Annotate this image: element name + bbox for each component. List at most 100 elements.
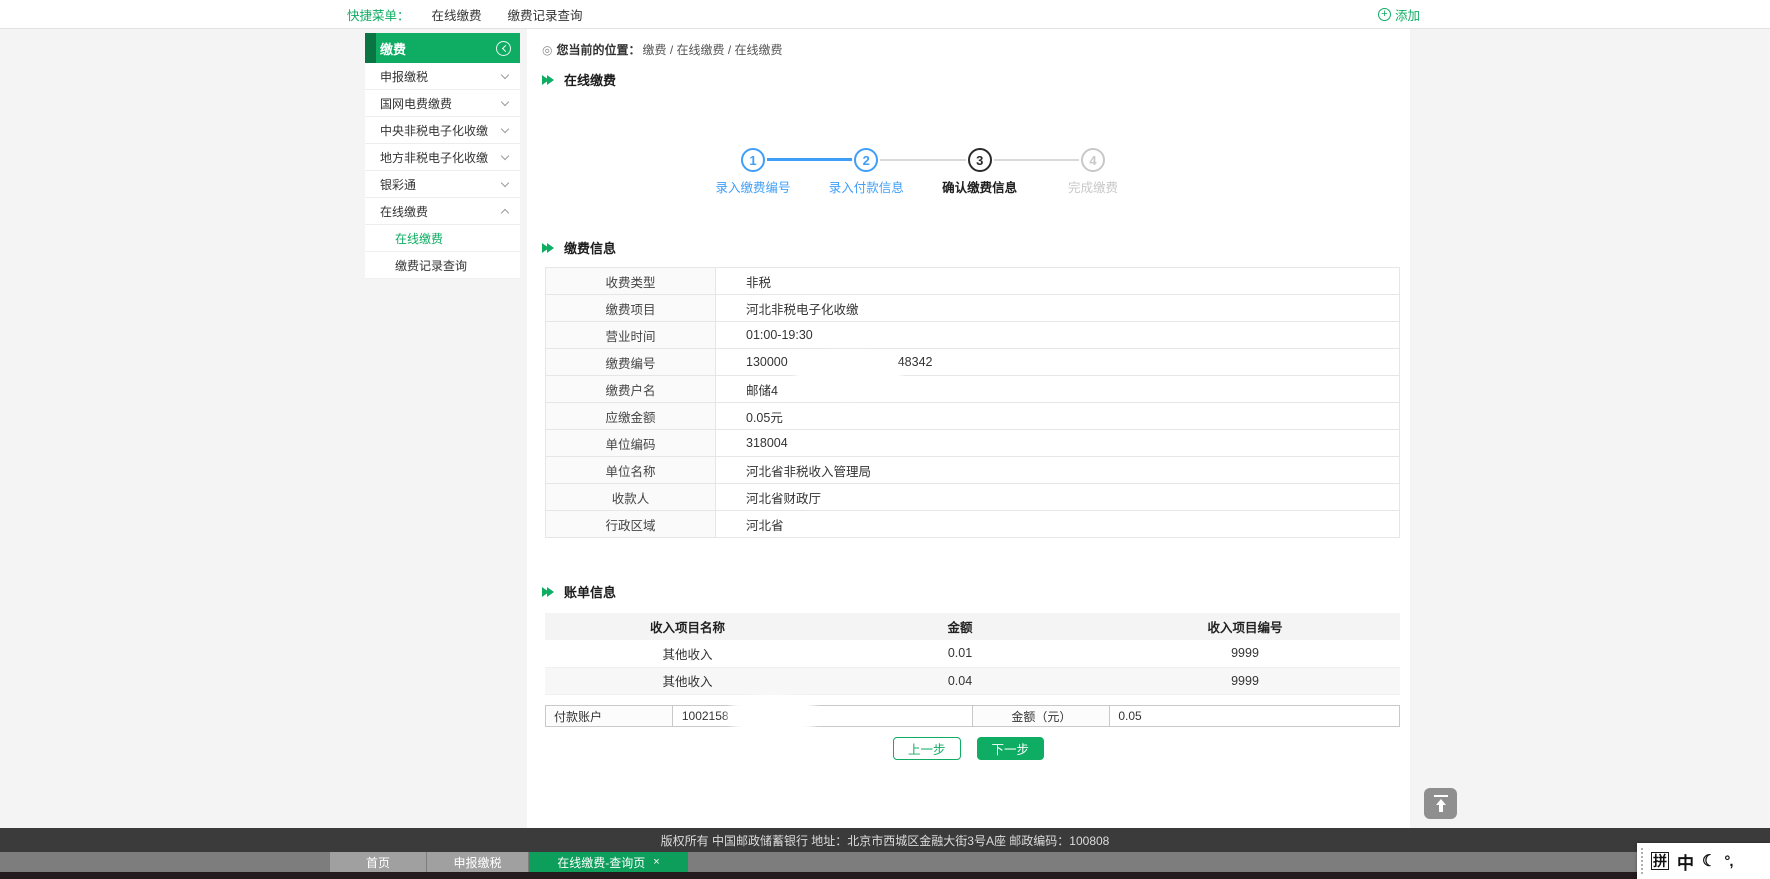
sidebar-item-4[interactable]: 银彩通 (365, 171, 520, 198)
bill-info-title: 账单信息 (542, 582, 616, 601)
payment-info-value: 河北省非税收入管理局 (716, 457, 1400, 484)
chevron-down-icon (501, 70, 509, 78)
payment-info-value: 河北非税电子化收缴 (716, 295, 1400, 322)
quick-menu-item-0[interactable]: 在线缴费 (432, 5, 482, 24)
step-label-4: 完成缴费 (1033, 177, 1153, 196)
payer-account-value: 1002158 (672, 706, 973, 727)
online-payment-page: { "topbar": { "quick_menu_label": "快捷菜单：… (0, 0, 1770, 879)
breadcrumb-path: 缴费 / 在线缴费 / 在线缴费 (643, 41, 783, 58)
page-title: 在线缴费 (542, 70, 616, 89)
payment-info-row-7: 单位名称河北省非税收入管理局 (546, 457, 1400, 484)
payer-account-row: 付款账户 1002158 金额（元） 0.05 (545, 705, 1400, 727)
value-prefix: 130000 (746, 355, 788, 369)
payment-info-row-6: 单位编码318004 (546, 430, 1400, 457)
ime-pinyin-icon[interactable]: 拼 (1651, 852, 1669, 870)
collapse-sidebar-icon[interactable] (496, 41, 511, 56)
page-title-label: 在线缴费 (564, 70, 616, 89)
payment-info-value: 河北省 (716, 511, 1400, 538)
circle-plus-icon: + (1378, 8, 1391, 21)
sidebar-item-1[interactable]: 国网电费缴费 (365, 90, 520, 117)
quick-menu-item-1[interactable]: 缴费记录查询 (508, 5, 583, 24)
arrow-stem (1439, 805, 1443, 812)
ime-language-mode-icon[interactable]: 中 (1677, 849, 1694, 874)
redaction-blur-payment-code (800, 357, 897, 393)
payment-info-title: 缴费信息 (542, 238, 616, 257)
sidebar-item-5[interactable]: 在线缴费 (365, 198, 520, 225)
payment-info-label: 缴费项目 (546, 295, 716, 322)
payer-amount-label: 金额（元） (973, 706, 1110, 727)
sidebar-item-label: 在线缴费 (380, 203, 428, 220)
sidebar-item-0[interactable]: 申报缴税 (365, 63, 520, 90)
sidebar-subitem-1[interactable]: 缴费记录查询 (365, 252, 520, 279)
taskbar-tab-1[interactable]: 申报缴税 (427, 852, 528, 872)
previous-step-button[interactable]: 上一步 (893, 737, 961, 760)
taskbar-tab-label: 在线缴费-查询页 (557, 854, 645, 871)
step-circle-1: 1 (741, 148, 765, 172)
step-circle-2: 2 (854, 148, 878, 172)
ime-drag-handle[interactable] (1641, 848, 1643, 874)
sidebar-subitem-0[interactable]: 在线缴费 (365, 225, 520, 252)
payment-info-table: 收费类型非税缴费项目河北非税电子化收缴营业时间01:00-19:30缴费编号13… (545, 267, 1400, 538)
payment-info-row-2: 营业时间01:00-19:30 (546, 322, 1400, 349)
sidebar-header-payment[interactable]: 缴费 (365, 33, 520, 63)
sidebar-item-label: 地方非税电子化收缴 (380, 149, 488, 166)
double-arrow-icon (542, 74, 557, 86)
bill-cell: 0.04 (830, 667, 1090, 694)
redaction-blur-account (732, 700, 814, 731)
bill-cell: 其他收入 (545, 667, 830, 694)
payment-info-label: 单位编码 (546, 430, 716, 457)
bill-cell: 其他收入 (545, 640, 830, 667)
payment-sidebar: 缴费 申报缴税国网电费缴费中央非税电子化收缴地方非税电子化收缴银彩通在线缴费 在… (365, 33, 520, 279)
bill-header-0: 收入项目名称 (545, 613, 830, 640)
step-connector-0 (767, 158, 852, 161)
add-shortcut-button[interactable]: + 添加 (1378, 0, 1420, 29)
ime-fullwidth-moon-icon[interactable]: ☾ (1702, 851, 1716, 871)
step-connector-2 (994, 159, 1079, 161)
sidebar-submenu: 在线缴费缴费记录查询 (365, 225, 520, 279)
chevron-down-icon (501, 151, 509, 159)
taskbar-tab-2[interactable]: 在线缴费-查询页 × (529, 852, 688, 872)
payment-info-label: 营业时间 (546, 322, 716, 349)
sidebar-item-3[interactable]: 地方非税电子化收缴 (365, 144, 520, 171)
chevron-down-icon (501, 178, 509, 186)
payment-info-label: 缴费编号 (546, 349, 716, 376)
payment-info-row-8: 收款人河北省财政厅 (546, 484, 1400, 511)
step-connector-1 (880, 159, 965, 161)
taskbar-tab-0[interactable]: 首页 (330, 852, 426, 872)
payment-info-row-3: 缴费编号 130000 48342 (546, 349, 1400, 376)
bill-cell: 0.01 (830, 640, 1090, 667)
bill-header-row: 收入项目名称金额收入项目编号 (545, 613, 1400, 640)
bill-info-title-label: 账单信息 (564, 582, 616, 601)
breadcrumb-prefix: 您当前的位置： (556, 41, 640, 58)
payment-info-label: 收款人 (546, 484, 716, 511)
bill-row-0: 其他收入0.019999 (545, 640, 1400, 667)
sidebar-item-2[interactable]: 中央非税电子化收缴 (365, 117, 520, 144)
ime-punctuation-icon[interactable]: °, (1724, 853, 1732, 870)
payment-info-label: 行政区域 (546, 511, 716, 538)
step-label-3: 确认缴费信息 (920, 177, 1040, 196)
double-arrow-icon (542, 586, 557, 598)
payment-info-value: 河北省财政厅 (716, 484, 1400, 511)
ime-toolbar: 拼 中 ☾ °, (1637, 843, 1770, 879)
main-content-panel: ◎ 您当前的位置： 缴费 / 在线缴费 / 在线缴费 在线缴费 1录入缴费编号2… (527, 29, 1410, 828)
quick-menu-bar: 快捷菜单： 在线缴费缴费记录查询 + 添加 (0, 0, 1770, 29)
breadcrumb: ◎ 您当前的位置： 缴费 / 在线缴费 / 在线缴费 (542, 41, 783, 58)
window-taskbar: 首页申报缴税 在线缴费-查询页 × (0, 852, 1770, 872)
chevron-up-icon (501, 208, 509, 216)
desktop-edge-strip (0, 872, 1770, 879)
step-actions: 上一步 下一步 (527, 737, 1410, 760)
value-suffix: 48342 (898, 355, 933, 369)
chevron-down-icon (501, 97, 509, 105)
payment-info-value: 0.05元 (716, 403, 1400, 430)
payer-account-label: 付款账户 (546, 706, 673, 727)
step-circle-4: 4 (1081, 148, 1105, 172)
scroll-to-top-button[interactable] (1424, 788, 1457, 819)
next-step-button[interactable]: 下一步 (977, 737, 1045, 760)
step-indicator: 1录入缴费编号2录入付款信息3确认缴费信息4完成缴费 (527, 29, 1410, 229)
payment-info-label: 缴费户名 (546, 376, 716, 403)
sidebar-header-label: 缴费 (380, 39, 406, 58)
payer-amount-value: 0.05 (1110, 706, 1400, 727)
payment-info-row-9: 行政区域河北省 (546, 511, 1400, 538)
close-tab-icon[interactable]: × (653, 856, 659, 868)
payment-info-row-5: 应缴金额0.05元 (546, 403, 1400, 430)
